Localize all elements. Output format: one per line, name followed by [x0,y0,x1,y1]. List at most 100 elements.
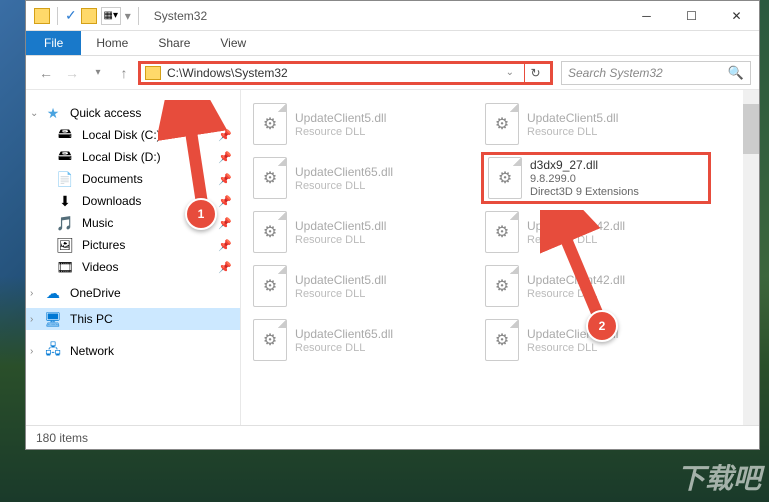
file-version: 9.8.299.0 [530,173,639,185]
nav-item[interactable]: 📄Documents📌 [26,168,240,190]
pin-icon[interactable]: 📌 [218,261,232,274]
pc-icon: 🖥 [44,311,62,327]
drive-icon: 🎵 [56,215,74,231]
qat-view-button[interactable]: ▦▾ [101,7,121,25]
file-item[interactable]: ⚙ UpdateClient5.dllResource DLL [249,206,479,258]
forward-button[interactable]: → [60,61,84,85]
back-button[interactable]: ← [34,61,58,85]
pin-icon[interactable]: 📌 [218,195,232,208]
chevron-right-icon[interactable]: › [30,346,33,357]
maximize-button[interactable]: ☐ [669,1,714,31]
file-item[interactable]: ⚙ UpdateClient42.dllResource DLL [481,206,711,258]
scrollbar[interactable] [743,90,759,425]
file-item[interactable]: ⚙ UpdateClient65.dllResource DLL [249,152,479,204]
file-description: Resource DLL [295,342,393,354]
pin-icon[interactable]: 📌 [218,239,232,252]
qat-chevron-icon[interactable]: ▾ [125,9,131,23]
pin-icon[interactable]: 📌 [218,151,232,164]
address-folder-icon [145,66,161,80]
address-text[interactable]: C:\Windows\System32 [167,66,496,80]
pin-icon[interactable]: 📌 [218,217,232,230]
file-item[interactable]: ⚙ UpdateClient5.dllResource DLL [249,260,479,312]
file-name: UpdateClient65.dll [295,165,393,179]
close-button[interactable]: ✕ [714,1,759,31]
chevron-right-icon[interactable]: › [30,288,33,299]
chevron-right-icon[interactable]: › [30,314,33,325]
file-description: Direct3D 9 Extensions [530,186,639,198]
nav-network[interactable]: › 🖧 Network [26,340,240,362]
ribbon-file-tab[interactable]: File [26,31,81,55]
gear-icon: ⚙ [495,114,509,134]
nav-item[interactable]: 🖼Pictures📌 [26,234,240,256]
gear-icon: ⚙ [263,222,277,242]
qat-check-icon[interactable]: ✓ [65,7,77,24]
recent-chevron-icon[interactable]: ▾ [86,61,110,85]
dll-file-icon: ⚙ [253,103,287,145]
file-description: Resource DLL [295,234,386,246]
cloud-icon: ☁ [44,285,62,301]
dll-file-icon: ⚙ [485,265,519,307]
nav-this-pc[interactable]: › 🖥 This PC [26,308,240,330]
search-icon[interactable]: 🔍 [728,65,744,81]
network-icon: 🖧 [44,343,62,359]
file-description: Resource DLL [295,180,393,192]
scrollbar-thumb[interactable] [743,104,759,154]
ribbon-share-tab[interactable]: Share [143,31,205,55]
gear-icon: ⚙ [495,276,509,296]
file-description: Resource DLL [527,234,625,246]
up-button[interactable]: ↑ [112,61,136,85]
drive-icon: 🖴 [56,149,74,165]
drive-icon: 🎞 [56,259,74,275]
pin-icon[interactable]: 📌 [218,173,232,186]
search-box[interactable]: Search System32 🔍 [561,61,751,85]
file-description: Resource DLL [527,342,618,354]
file-item[interactable]: ⚙UpdateClient42.dllResource DLL [481,260,711,312]
file-name: UpdateClient42.dll [527,219,625,233]
file-name: d3dx9_27.dll [530,158,639,172]
search-placeholder: Search System32 [568,66,728,80]
nav-onedrive[interactable]: › ☁ OneDrive [26,282,240,304]
titlebar: ✓ ▦▾ ▾ System32 ─ ☐ ✕ [26,1,759,31]
dll-file-icon: ⚙ [488,157,522,199]
address-bar[interactable]: C:\Windows\System32 ⌄ ↻ [138,61,553,85]
chevron-down-icon[interactable]: ⌄ [30,108,38,119]
nav-item[interactable]: ⬇Downloads📌 [26,190,240,212]
status-item-count: 180 items [36,431,88,445]
file-description: Resource DLL [527,126,618,138]
file-name: UpdateClient5.dll [527,111,618,125]
file-item[interactable]: ⚙UpdateClient5.dllResource DLL [249,98,479,150]
minimize-button[interactable]: ─ [624,1,669,31]
file-description: Resource DLL [295,288,386,300]
nav-item[interactable]: 🎞Videos📌 [26,256,240,278]
ribbon-home-tab[interactable]: Home [81,31,143,55]
nav-item[interactable]: 🎵Music📌 [26,212,240,234]
nav-quick-access[interactable]: ⌄ ★ Quick access [26,102,240,124]
nav-item[interactable]: 🖴Local Disk (C:)📌 [26,124,240,146]
dll-file-icon: ⚙ [253,157,287,199]
gear-icon: ⚙ [495,330,509,350]
file-item[interactable]: ⚙ d3dx9_27.dll9.8.299.0Direct3D 9 Extensi… [481,152,711,204]
explorer-window: ✓ ▦▾ ▾ System32 ─ ☐ ✕ File Home Share Vi… [25,0,760,450]
file-item[interactable]: ⚙UpdateClient5.dllResource DLL [481,314,711,366]
file-description: Resource DLL [527,288,625,300]
pin-icon[interactable]: 📌 [218,129,232,142]
gear-icon: ⚙ [498,168,512,188]
ribbon-view-tab[interactable]: View [205,31,261,55]
file-name: UpdateClient5.dll [295,273,386,287]
file-name: UpdateClient5.dll [295,219,386,233]
drive-icon: 🖼 [56,237,74,253]
file-description: Resource DLL [295,126,386,138]
file-item[interactable]: ⚙UpdateClient65.dllResource DLL [249,314,479,366]
navbar: ← → ▾ ↑ C:\Windows\System32 ⌄ ↻ Search S… [26,56,759,90]
address-chevron-icon[interactable]: ⌄ [502,67,518,78]
nav-item[interactable]: 🖴Local Disk (D:)📌 [26,146,240,168]
file-item[interactable]: ⚙ UpdateClient5.dllResource DLL [481,98,711,150]
navigation-pane: ⌄ ★ Quick access 🖴Local Disk (C:)📌🖴Local… [26,90,241,425]
dll-file-icon: ⚙ [485,211,519,253]
dll-file-icon: ⚙ [253,265,287,307]
dll-file-icon: ⚙ [253,319,287,361]
qat-folder-icon[interactable] [81,8,97,24]
refresh-button[interactable]: ↻ [524,62,546,84]
content-area: ⚙UpdateClient5.dllResource DLL⚙UpdateCli… [241,90,759,425]
folder-icon [34,8,50,24]
